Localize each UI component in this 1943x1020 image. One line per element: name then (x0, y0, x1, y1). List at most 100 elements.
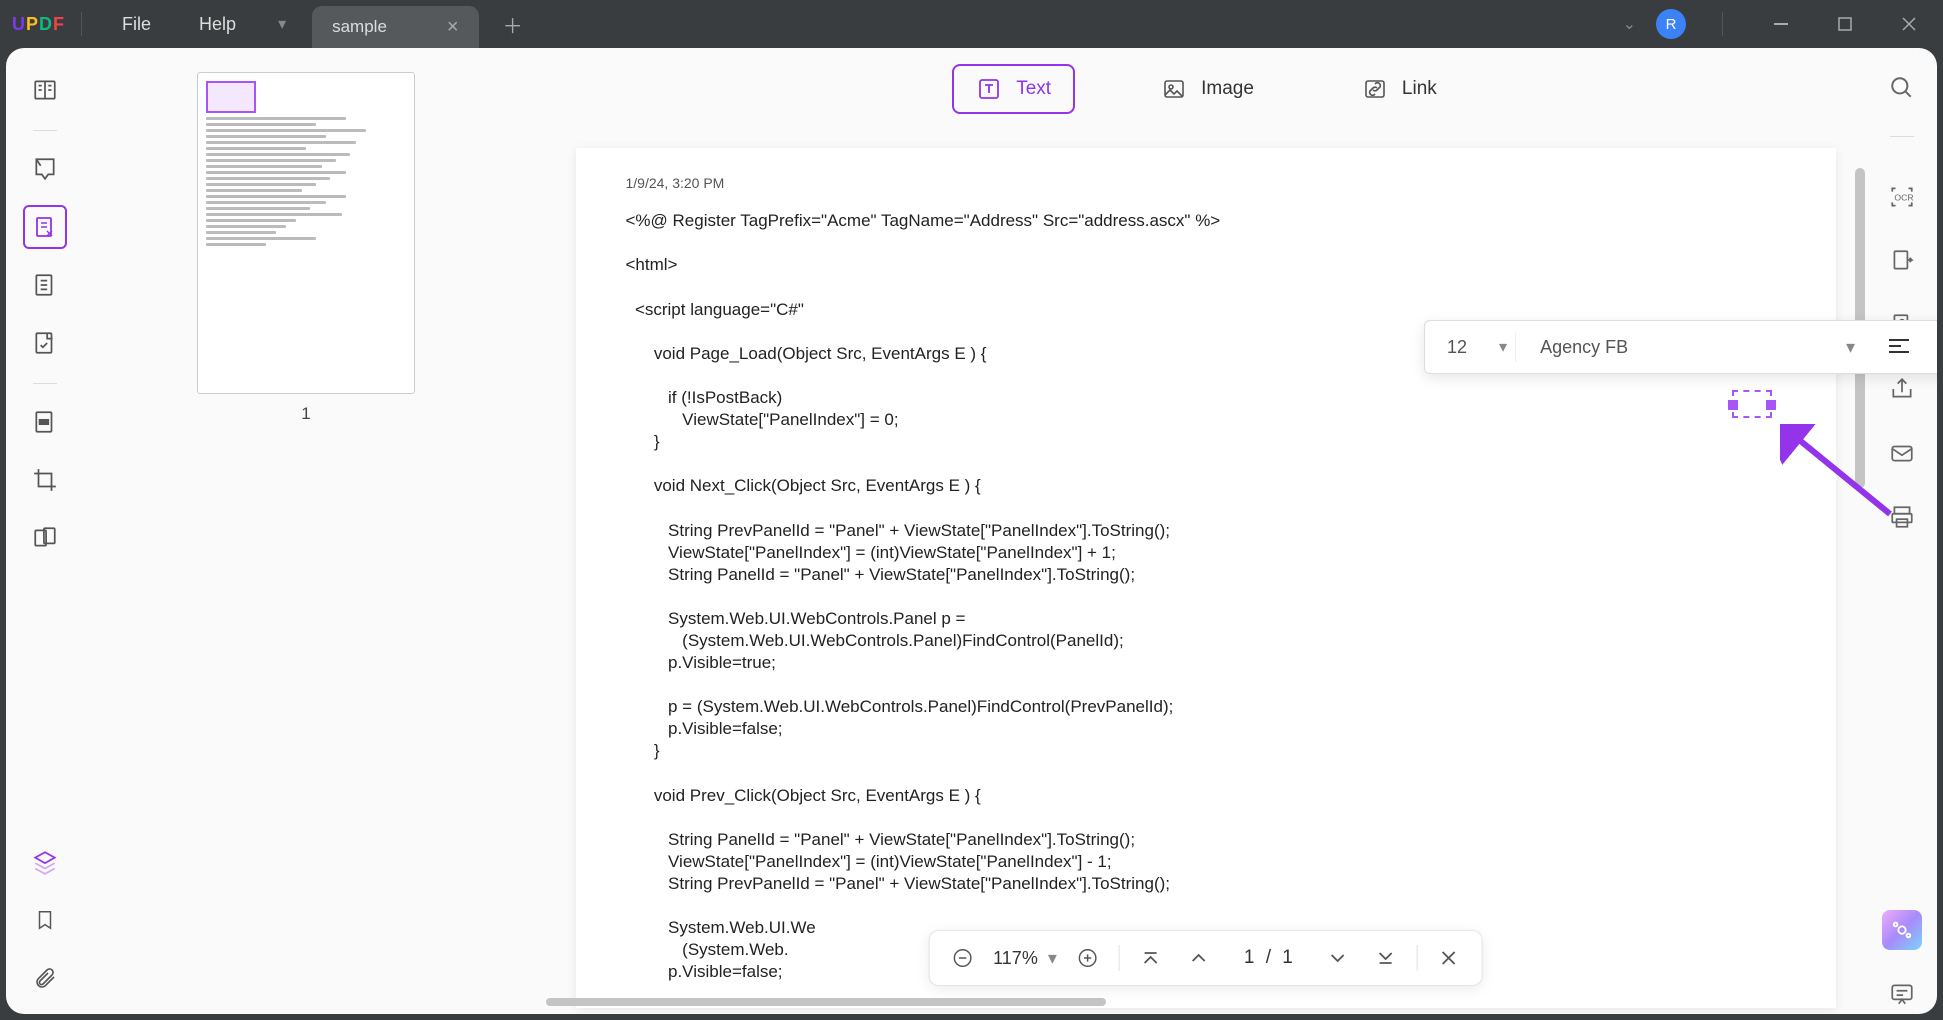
code-line[interactable] (626, 895, 1786, 917)
tab-label: sample (332, 17, 387, 37)
chevron-down-icon[interactable]: ⌄ (1623, 14, 1636, 34)
code-line[interactable]: ViewState["PanelIndex"] = (int)ViewState… (626, 542, 1786, 564)
crop-tool-icon[interactable] (23, 458, 67, 502)
zoom-in-button[interactable] (1071, 941, 1105, 975)
close-icon[interactable]: × (447, 16, 459, 39)
chat-icon[interactable] (1882, 974, 1922, 1014)
code-line[interactable]: void Prev_Click(Object Src, EventArgs E … (626, 785, 1786, 807)
scrollbar-thumb[interactable] (546, 998, 1106, 1006)
last-page-button[interactable] (1369, 941, 1403, 975)
text-insertion-box[interactable] (1732, 390, 1772, 418)
redact-tool-icon[interactable] (23, 400, 67, 444)
edit-toolbar: Text Image Link (544, 48, 1867, 118)
main-area: Text Image Link 1/9/24, 3:20 PM <%@ Regi… (544, 48, 1867, 1014)
font-family-select[interactable]: Agency FB ▾ (1526, 337, 1869, 358)
convert-icon[interactable] (1882, 241, 1922, 281)
link-tool-button[interactable]: Link (1340, 66, 1459, 112)
code-line[interactable]: String PrevPanelId = "Panel" + ViewState… (626, 520, 1786, 542)
thumbnail-panel: 1 (84, 48, 544, 1014)
code-line[interactable]: ViewState["PanelIndex"] = 0; (626, 409, 1786, 431)
code-line[interactable]: String PanelId = "Panel" + ViewState["Pa… (626, 829, 1786, 851)
ai-assistant-icon[interactable] (1882, 910, 1922, 950)
font-size-select[interactable]: 12 ▾ (1439, 333, 1516, 362)
organize-pages-icon[interactable] (23, 263, 67, 307)
divider (1890, 136, 1914, 137)
vertical-scrollbar[interactable] (1853, 168, 1867, 974)
menu-file[interactable]: File (98, 14, 175, 35)
thumbnail-page-number: 1 (301, 404, 310, 424)
code-line[interactable] (626, 232, 1786, 254)
divider (1417, 945, 1418, 971)
image-tool-button[interactable]: Image (1139, 66, 1276, 112)
text-icon (976, 76, 1002, 102)
first-page-button[interactable] (1134, 941, 1168, 975)
user-avatar[interactable]: R (1656, 9, 1686, 39)
search-icon[interactable] (1882, 68, 1922, 108)
attachment-icon[interactable] (23, 956, 67, 1000)
close-navigator-button[interactable] (1432, 941, 1466, 975)
tab-dropdown-icon[interactable]: ▾ (260, 14, 304, 34)
close-button[interactable] (1887, 6, 1931, 42)
maximize-button[interactable] (1823, 6, 1867, 42)
code-line[interactable]: p.Visible=true; (626, 652, 1786, 674)
code-line[interactable]: } (626, 431, 1786, 453)
code-line[interactable]: <script language="C#" (626, 299, 1786, 321)
link-icon (1362, 76, 1388, 102)
divider (81, 12, 82, 36)
edit-text-tool-icon[interactable] (23, 205, 67, 249)
ocr-icon[interactable]: OCR (1882, 177, 1922, 217)
document-viewport[interactable]: 1/9/24, 3:20 PM <%@ Register TagPrefix="… (544, 118, 1867, 1014)
code-line[interactable]: p = (System.Web.UI.WebControls.Panel)Fin… (626, 696, 1786, 718)
align-left-icon[interactable] (1879, 327, 1919, 367)
code-line[interactable]: <%@ Register TagPrefix="Acme" TagName="A… (626, 210, 1786, 232)
code-line[interactable]: void Next_Click(Object Src, EventArgs E … (626, 475, 1786, 497)
layers-icon[interactable] (23, 840, 67, 884)
zoom-select[interactable]: 117% ▾ (993, 948, 1057, 969)
form-tool-icon[interactable] (23, 321, 67, 365)
code-line[interactable]: System.Web.UI.WebControls.Panel p = (626, 608, 1786, 630)
comment-tool-icon[interactable] (23, 147, 67, 191)
page-thumbnail[interactable] (197, 72, 415, 394)
code-line[interactable]: String PrevPanelId = "Panel" + ViewState… (626, 873, 1786, 895)
code-line[interactable]: if (!IsPostBack) (626, 387, 1786, 409)
code-line[interactable] (626, 276, 1786, 298)
page-header-date: 1/9/24, 3:20 PM (626, 174, 1786, 192)
reader-mode-icon[interactable] (23, 68, 67, 112)
next-page-button[interactable] (1321, 941, 1355, 975)
document-page[interactable]: 1/9/24, 3:20 PM <%@ Register TagPrefix="… (576, 148, 1836, 1008)
code-line[interactable] (626, 586, 1786, 608)
divider (33, 130, 57, 131)
chevron-down-icon: ▾ (1846, 337, 1855, 358)
prev-page-button[interactable] (1182, 941, 1216, 975)
titlebar: UPDF File Help ▾ sample × ＋ ⌄ R (0, 0, 1943, 48)
horizontal-scrollbar[interactable] (546, 996, 1286, 1008)
share-icon[interactable] (1882, 369, 1922, 409)
zoom-out-button[interactable] (945, 941, 979, 975)
app-logo: UPDF (12, 14, 65, 35)
code-line[interactable]: ViewState["PanelIndex"] = (int)ViewState… (626, 851, 1786, 873)
resize-handle-right[interactable] (1766, 400, 1776, 410)
code-line[interactable]: p.Visible=false; (626, 718, 1786, 740)
code-line[interactable] (626, 674, 1786, 696)
annotation-arrow-icon (1780, 424, 1900, 524)
menu-help[interactable]: Help (175, 14, 260, 35)
code-line[interactable] (626, 807, 1786, 829)
code-line[interactable] (626, 453, 1786, 475)
divider (33, 383, 57, 384)
text-tool-button[interactable]: Text (952, 64, 1075, 114)
code-line[interactable]: <html> (626, 254, 1786, 276)
divider (1722, 12, 1723, 36)
code-line[interactable]: (System.Web.UI.WebControls.Panel)FindCon… (626, 630, 1786, 652)
bookmark-icon[interactable] (23, 898, 67, 942)
add-tab-icon[interactable]: ＋ (503, 10, 523, 39)
page-indicator[interactable]: 1 / 1 (1230, 947, 1307, 969)
document-tab[interactable]: sample × (312, 6, 479, 48)
code-line[interactable]: } (626, 740, 1786, 762)
code-line[interactable] (626, 497, 1786, 519)
bold-button[interactable]: B (1929, 327, 1937, 367)
resize-handle-left[interactable] (1728, 400, 1738, 410)
code-line[interactable]: String PanelId = "Panel" + ViewState["Pa… (626, 564, 1786, 586)
code-line[interactable] (626, 763, 1786, 785)
compare-tool-icon[interactable] (23, 516, 67, 560)
minimize-button[interactable] (1759, 6, 1803, 42)
